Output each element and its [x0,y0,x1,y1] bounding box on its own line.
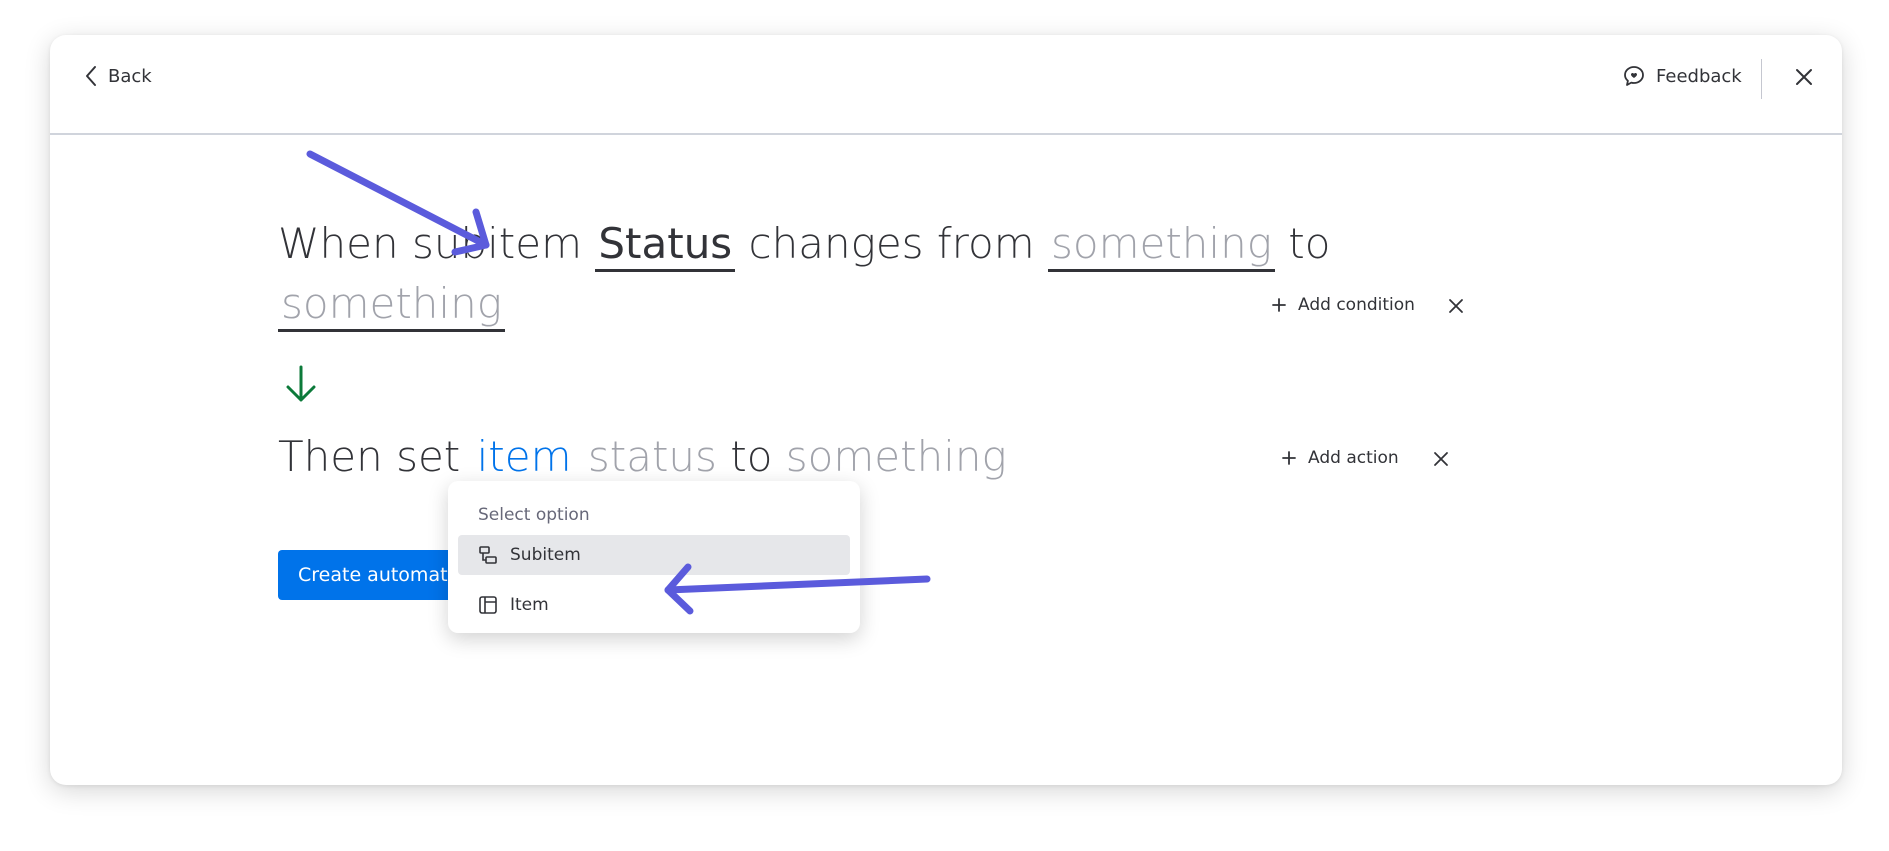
feedback-button[interactable]: Feedback [1622,63,1742,89]
action-sentence: Then set item status to something [278,428,1007,486]
item-icon [479,596,497,614]
header-divider [1761,59,1762,99]
trigger-text-3: to [1274,219,1331,268]
dropdown-option-label: Item [510,595,549,615]
automation-dialog: Back Feedback [50,35,1842,785]
add-action-button[interactable]: Add action [1282,448,1399,468]
trigger-text-1: When subitem [278,219,596,268]
arrow-down-icon [286,365,316,402]
status-column-token[interactable]: Status [595,219,736,272]
target-item-token[interactable]: item [473,432,575,485]
trigger-sentence-line2: something [278,275,505,333]
action-prefix: Then set [278,432,474,481]
dropdown-option-subitem[interactable]: Subitem [458,535,850,575]
feedback-label: Feedback [1656,65,1742,87]
chevron-left-icon [86,66,96,86]
dialog-header: Back Feedback [50,35,1842,135]
action-value-text[interactable]: something [786,432,1007,481]
add-action-label: Add action [1308,448,1399,468]
action-to-text: to [716,432,786,481]
trigger-text-2: changes from [735,219,1048,268]
feedback-icon [1624,66,1644,86]
action-field-text[interactable]: status [575,432,717,481]
plus-icon [1272,298,1286,312]
close-icon[interactable] [1792,65,1816,89]
remove-trigger-icon[interactable] [1447,297,1465,315]
dropdown-header: Select option [478,505,590,525]
plus-icon [1282,451,1296,465]
dropdown-option-item[interactable]: Item [458,585,850,625]
remove-action-icon[interactable] [1432,450,1450,468]
subitem-icon [479,546,497,564]
to-value-token[interactable]: something [278,279,505,332]
add-condition-button[interactable]: Add condition [1272,295,1415,315]
target-dropdown-menu: Select option Subitem Item [448,481,860,633]
back-label: Back [108,65,152,87]
trigger-sentence-line1: When subitem Status changes from somethi… [278,215,1330,273]
dropdown-option-label: Subitem [510,545,581,565]
from-value-token[interactable]: something [1048,219,1275,272]
add-condition-label: Add condition [1298,295,1415,315]
back-button[interactable]: Back [84,63,152,89]
